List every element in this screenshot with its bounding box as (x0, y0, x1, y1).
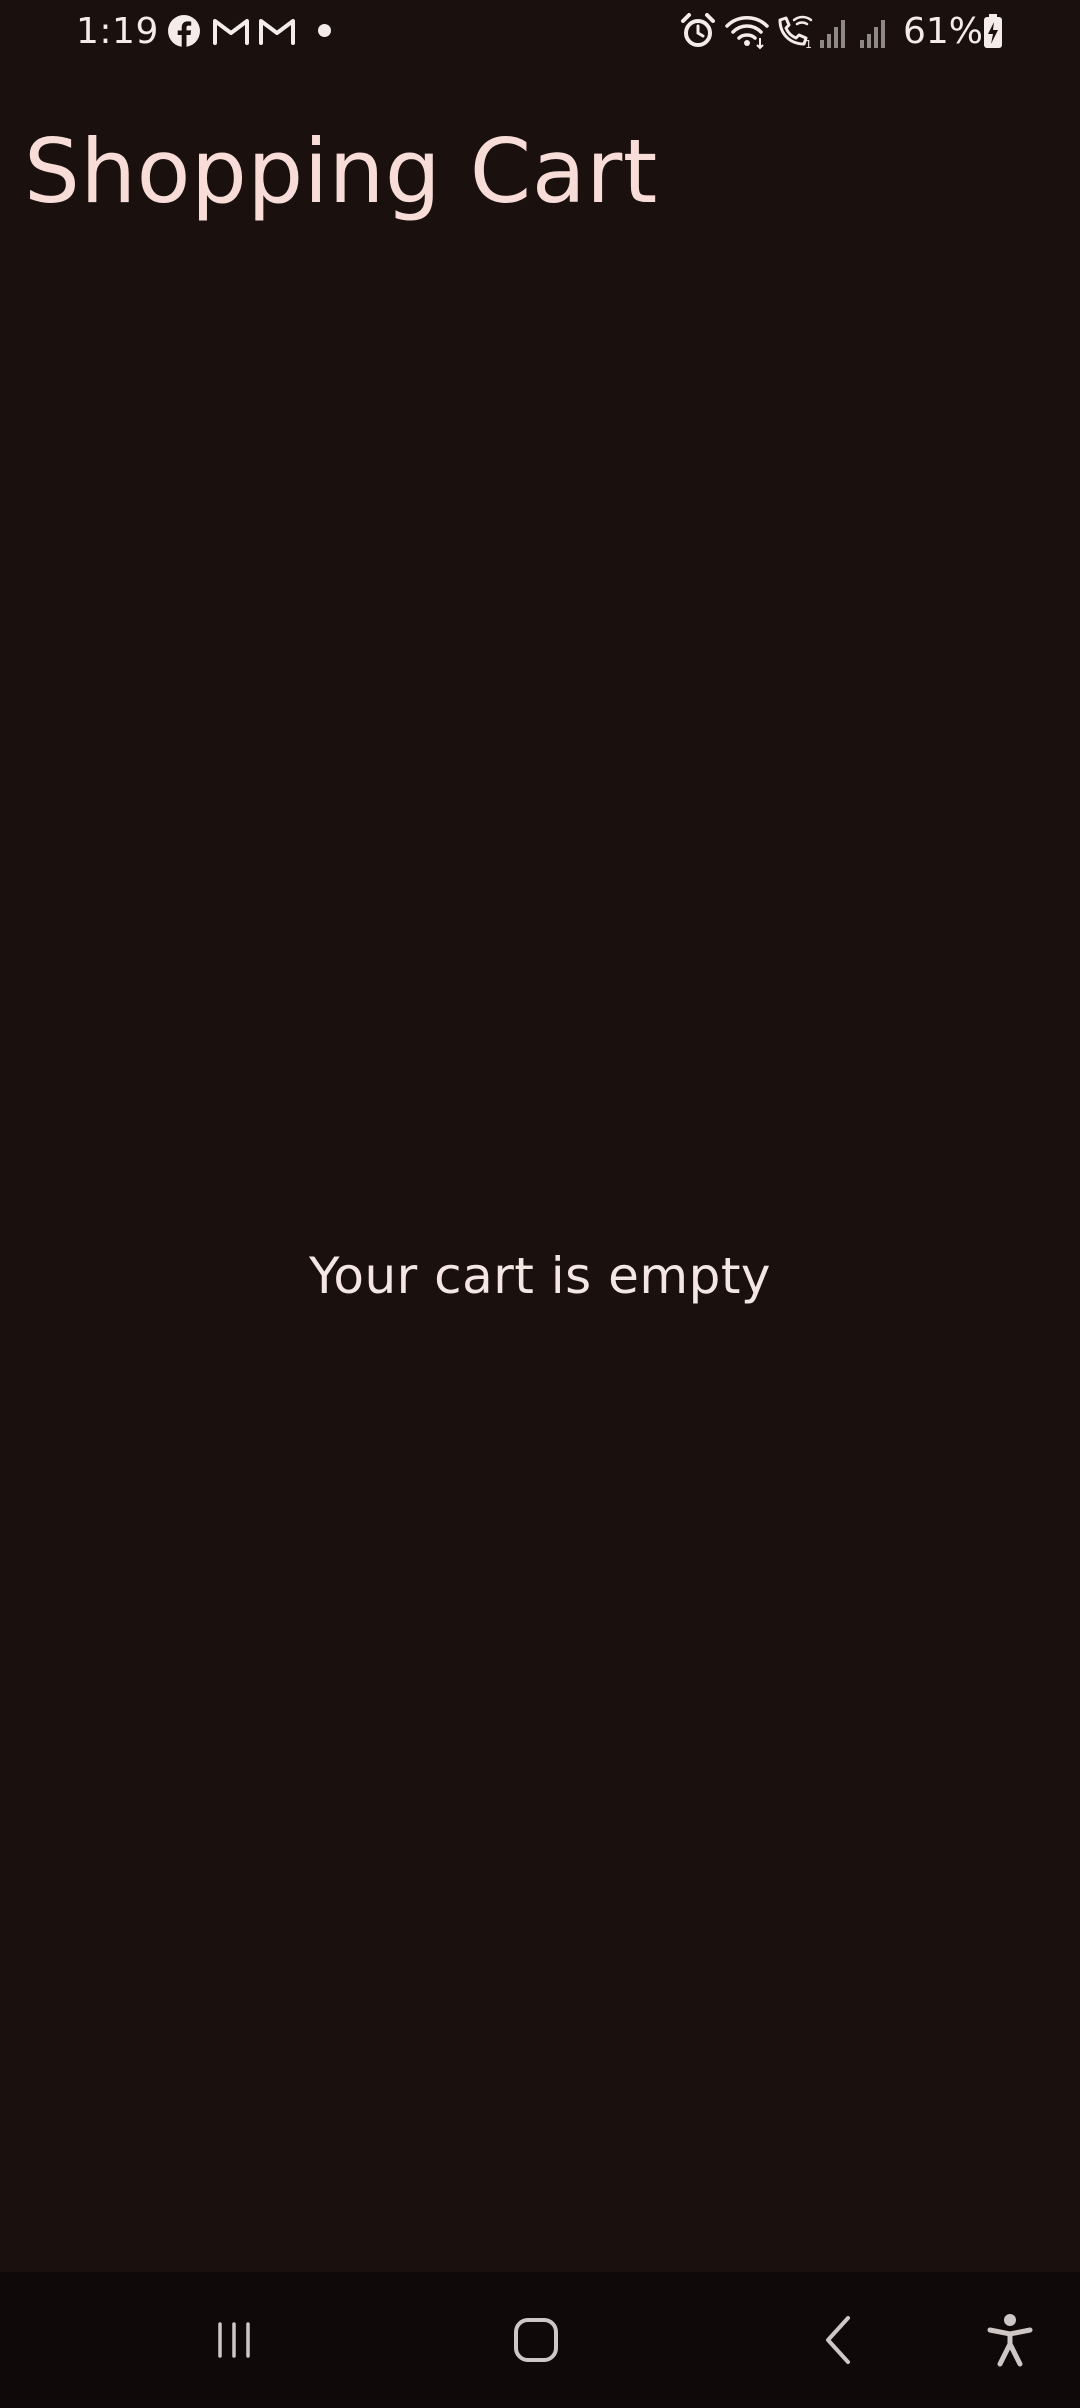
signal-icon (818, 12, 848, 50)
gmail-icon (212, 14, 250, 48)
accessibility-button[interactable] (970, 2300, 1050, 2380)
screen: 1:19 1 61% Shopping Cart Your cart is em… (0, 0, 1080, 2408)
home-icon (514, 2318, 558, 2362)
wifi-icon (724, 12, 770, 50)
svg-text:1: 1 (805, 38, 812, 50)
system-nav-bar (0, 2272, 1080, 2408)
page-title: Shopping Cart (24, 120, 658, 223)
back-button[interactable] (800, 2300, 880, 2380)
back-icon (826, 2316, 850, 2364)
accessibility-icon (987, 2314, 1033, 2367)
cart-empty-message: Your cart is empty (308, 1247, 772, 1305)
wifi-calling-icon: 1 (774, 12, 814, 50)
signal-icon (858, 12, 888, 50)
home-button[interactable] (496, 2300, 576, 2380)
facebook-icon (167, 14, 201, 48)
more-notifications-dot (318, 24, 331, 37)
status-time: 1:19 (76, 11, 159, 52)
status-bar: 1:19 1 61% (0, 0, 1080, 64)
battery-charging-icon (982, 12, 1004, 50)
recents-button[interactable] (194, 2300, 274, 2380)
recents-icon (218, 2322, 250, 2358)
alarm-icon (680, 12, 716, 50)
battery-percentage: 61% (903, 11, 984, 52)
gmail-icon (258, 14, 296, 48)
